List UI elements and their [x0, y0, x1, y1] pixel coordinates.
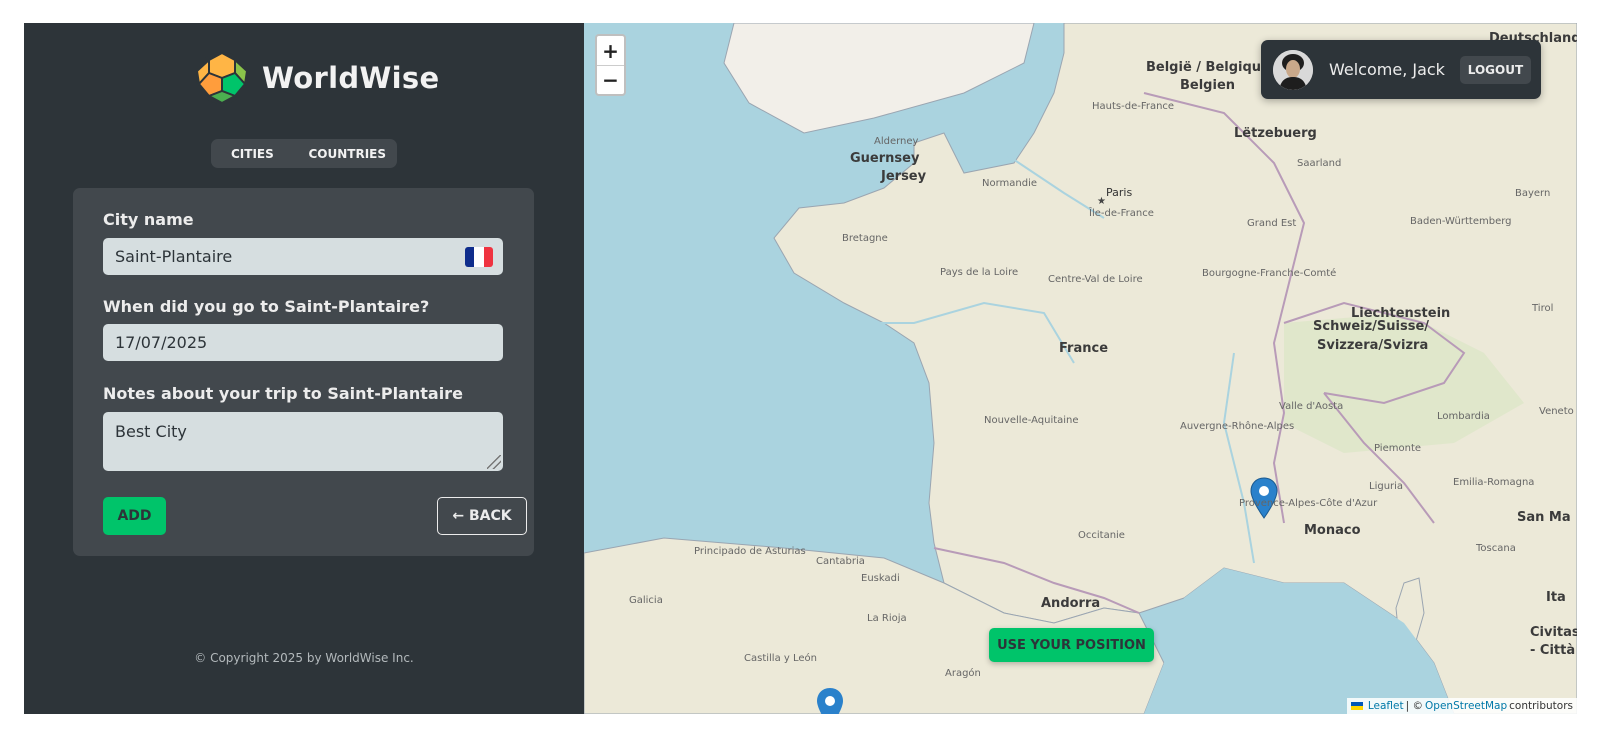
label-guernsey: Guernsey — [850, 151, 920, 166]
map[interactable]: ★ België / Belgique / Belgien Deutschlan… — [584, 23, 1577, 714]
welcome-text: Welcome, Jack — [1329, 60, 1445, 79]
label-iledefrance: Île-de-France — [1089, 208, 1154, 219]
label-nouvelle: Nouvelle-Aquitaine — [984, 415, 1079, 426]
label-sanma: San Ma — [1517, 510, 1571, 525]
user-avatar-icon — [1273, 49, 1313, 90]
label-saarland: Saarland — [1297, 158, 1342, 169]
tab-countries[interactable]: Countries — [308, 147, 386, 161]
label-veneto: Veneto — [1539, 406, 1574, 417]
label-civitas1: Civitas Va — [1530, 625, 1577, 640]
map-attribution: Leaflet | © OpenStreetMap contributors — [1346, 698, 1577, 714]
label-andorra: Andorra — [1041, 596, 1101, 611]
ukraine-flag-icon — [1350, 702, 1363, 710]
label-belgien: Belgien — [1180, 78, 1236, 93]
city-name-value: Saint-Plantaire — [115, 247, 233, 266]
label-belgium: België / Belgique / — [1146, 60, 1280, 75]
logo[interactable]: WorldWise — [195, 51, 439, 105]
label-valledaosta: Valle d'Aosta — [1279, 401, 1344, 412]
label-toscana: Toscana — [1476, 543, 1516, 554]
app-name: WorldWise — [262, 61, 440, 95]
app-root: WorldWise Cities Countries City name Sai… — [24, 23, 1577, 714]
label-bayern: Bayern — [1515, 188, 1551, 199]
add-button[interactable]: ADD — [103, 497, 166, 535]
copyright: © Copyright 2025 by WorldWise Inc. — [194, 651, 414, 665]
label-paris: Paris — [1106, 186, 1133, 199]
map-marker-partial-icon[interactable] — [817, 688, 843, 714]
label-liguria: Liguria — [1369, 481, 1404, 492]
resize-handle-icon[interactable] — [487, 455, 501, 469]
worldwise-logo-icon — [195, 51, 249, 105]
label-france: France — [1059, 341, 1109, 356]
label-monaco: Monaco — [1304, 523, 1361, 538]
label-euskadi: Euskadi — [861, 573, 900, 584]
label-centre: Centre-Val de Loire — [1048, 274, 1143, 285]
label-grandest: Grand Est — [1247, 218, 1297, 229]
label-aragon: Aragón — [945, 668, 981, 679]
label-bretagne: Bretagne — [842, 233, 888, 244]
sidebar: WorldWise Cities Countries City name Sai… — [24, 23, 584, 714]
app-nav-tabs: Cities Countries — [211, 139, 397, 168]
date-value: 17/07/2025 — [115, 333, 208, 352]
label-luxembourg: Lëtzebuerg — [1234, 126, 1317, 141]
label-principado: Principado de Asturias — [694, 546, 806, 557]
label-hautsdefrance: Hauts-de-France — [1092, 101, 1175, 112]
label-bourgogne: Bourgogne-Franche-Comté — [1202, 268, 1337, 279]
zoom-in-button[interactable]: + — [597, 36, 624, 65]
flag-france-icon — [465, 247, 493, 267]
label-badenw: Baden-Württemberg — [1410, 216, 1512, 227]
label-tirol: Tirol — [1532, 303, 1554, 314]
label-normandie: Normandie — [982, 178, 1038, 189]
label-swiss1: Schweiz/Suisse/ — [1313, 319, 1430, 334]
label-larioja: La Rioja — [867, 613, 907, 624]
label-occitanie: Occitanie — [1078, 530, 1125, 541]
label-swiss2: Svizzera/Svizra — [1317, 338, 1429, 353]
attribution-contributors: contributors — [1509, 700, 1573, 712]
label-piemonte: Piemonte — [1374, 443, 1422, 454]
label-emilia: Emilia-Romagna — [1453, 477, 1535, 488]
label-cantabria: Cantabria — [816, 556, 865, 567]
label-paysdelaloire: Pays de la Loire — [940, 267, 1019, 278]
avatar — [1273, 49, 1313, 90]
label-galicia: Galicia — [629, 595, 663, 606]
back-button[interactable]: ← BACK — [437, 497, 527, 535]
logout-button[interactable]: LOGOUT — [1459, 55, 1531, 84]
attribution-separator: | © — [1405, 700, 1424, 712]
city-name-input[interactable]: Saint-Plantaire — [103, 238, 503, 275]
zoom-out-button[interactable]: − — [597, 65, 624, 94]
date-label: When did you go to Saint-Plantaire? — [103, 297, 430, 316]
label-alderney: Alderney — [874, 136, 919, 147]
tab-cities[interactable]: Cities — [231, 147, 274, 161]
label-civitas2: - Città del — [1530, 643, 1577, 658]
notes-label: Notes about your trip to Saint-Plantaire — [103, 384, 463, 403]
user-panel: Welcome, Jack LOGOUT — [1261, 40, 1541, 99]
city-name-label: City name — [103, 210, 194, 229]
paris-star-icon: ★ — [1097, 196, 1106, 207]
label-lombardia: Lombardia — [1437, 411, 1490, 422]
osm-link[interactable]: OpenStreetMap — [1425, 700, 1507, 712]
notes-textarea[interactable]: Best City — [103, 412, 503, 471]
label-provence: Provence-Alpes-Côte d'Azur — [1239, 498, 1378, 509]
add-city-form: City name Saint-Plantaire When did you g… — [73, 188, 534, 556]
zoom-control: + − — [595, 34, 626, 96]
notes-value: Best City — [115, 422, 187, 441]
land-england — [723, 23, 1035, 134]
label-jersey: Jersey — [881, 169, 927, 184]
label-auvergne: Auvergne-Rhône-Alpes — [1180, 421, 1295, 432]
date-input[interactable]: 17/07/2025 — [103, 324, 503, 361]
label-castilla: Castilla y León — [744, 653, 817, 664]
use-position-button[interactable]: USE YOUR POSITION — [989, 628, 1154, 662]
label-ita: Ita — [1546, 590, 1566, 605]
leaflet-link[interactable]: Leaflet — [1368, 700, 1404, 712]
